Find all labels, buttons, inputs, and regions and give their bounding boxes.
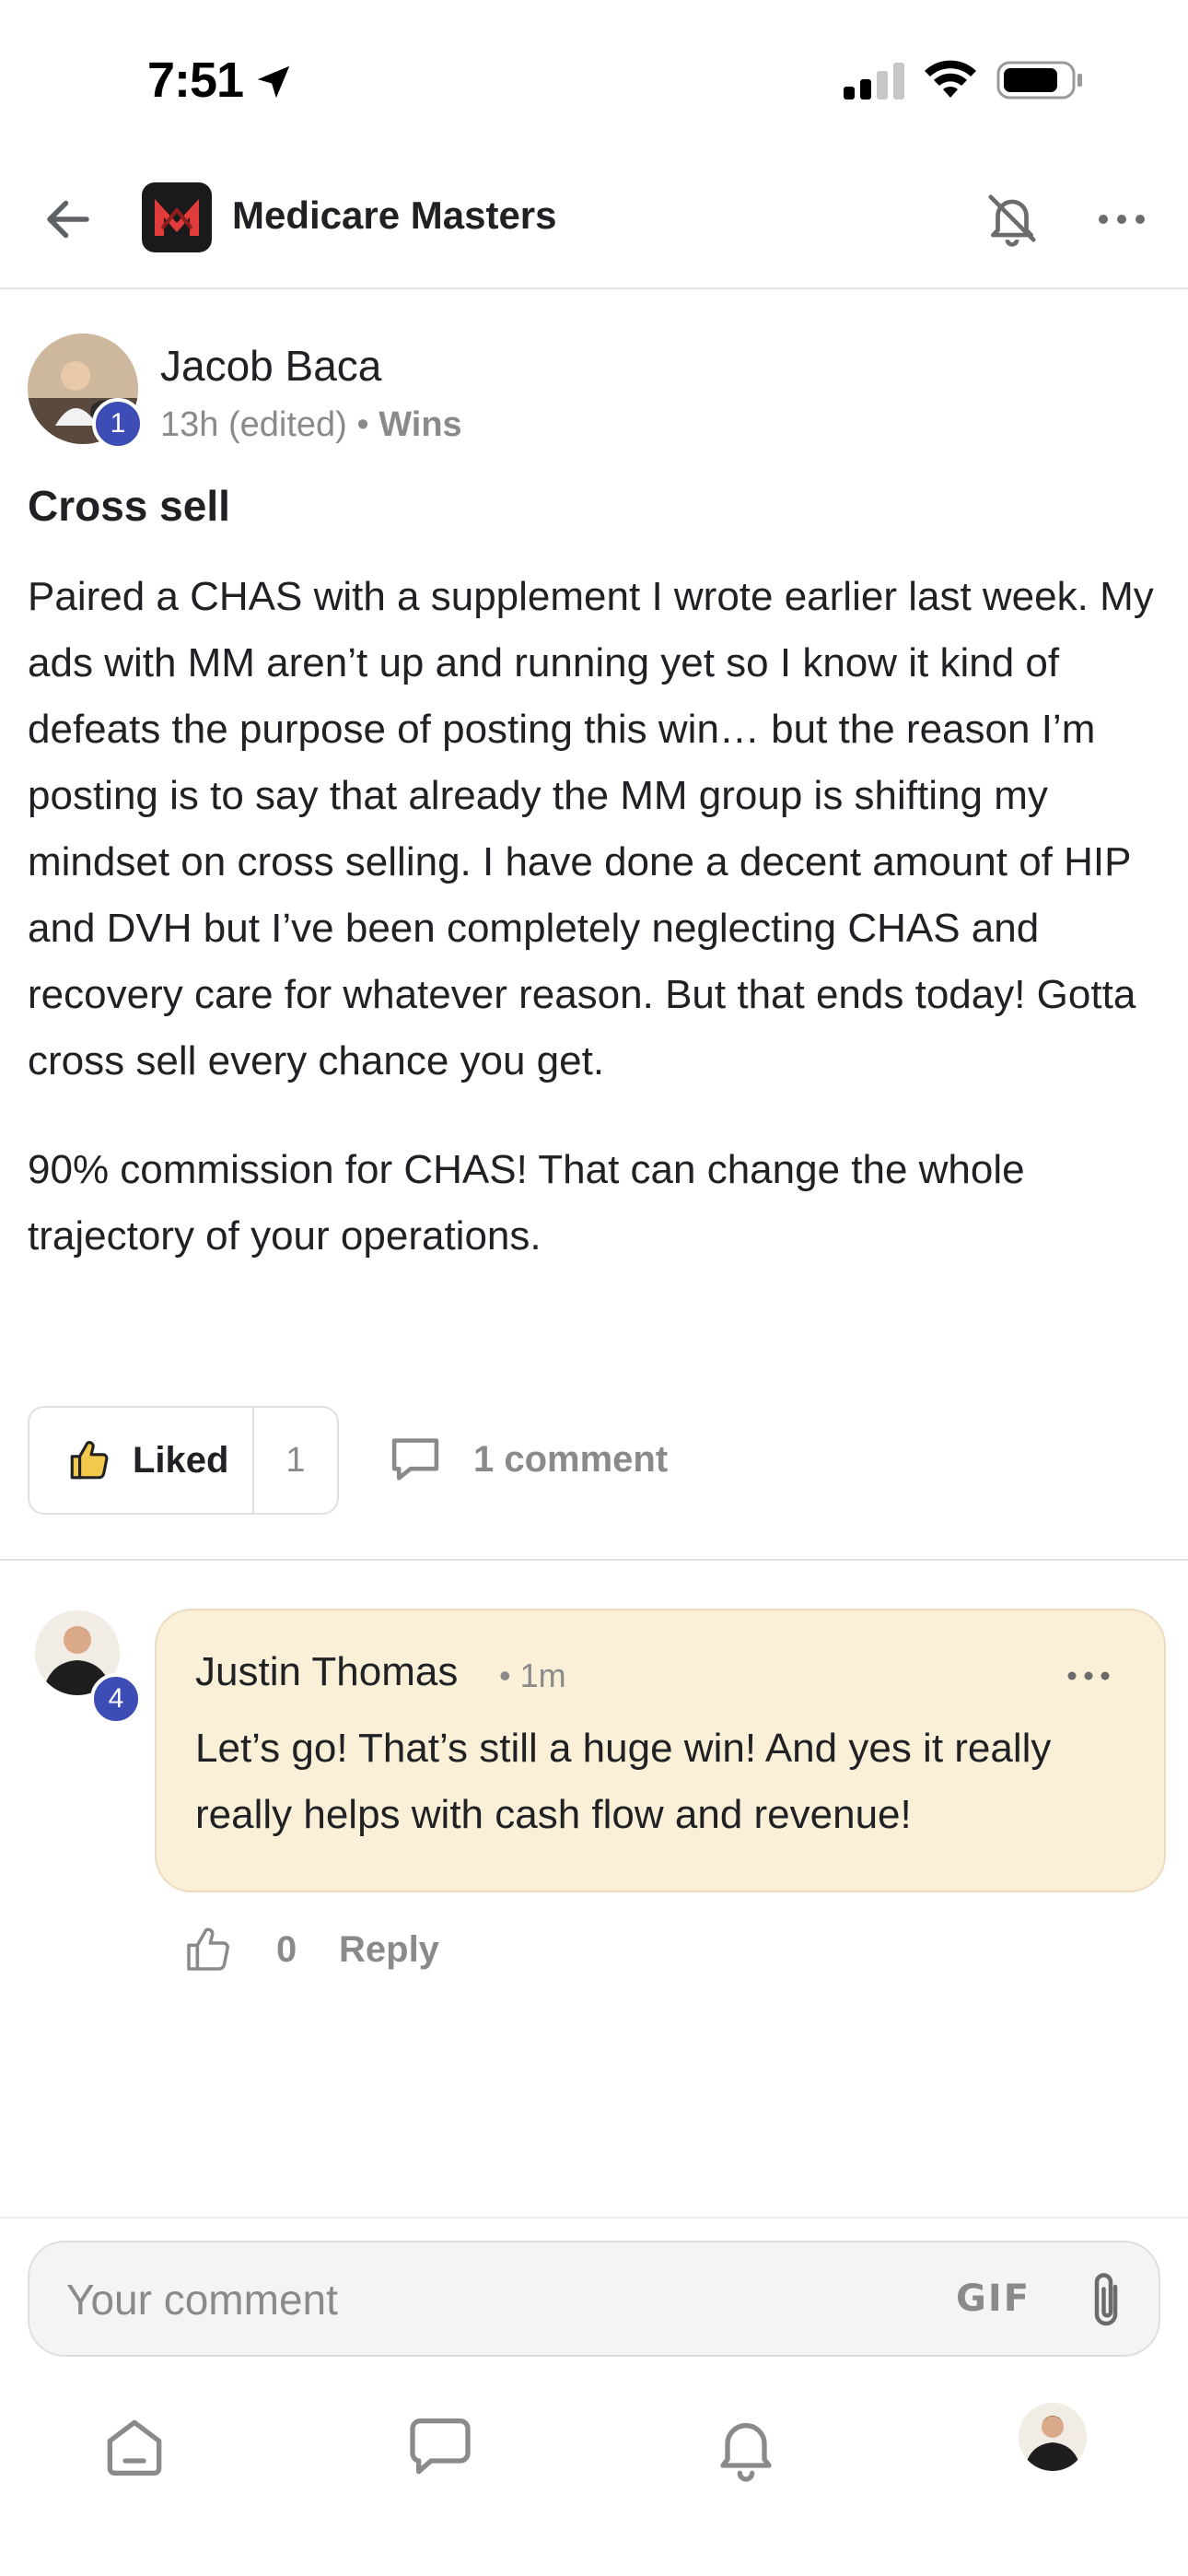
like-label: Liked <box>133 1439 229 1481</box>
group-title[interactable]: Medicare Masters <box>232 193 557 238</box>
post-category[interactable]: Wins <box>379 405 461 444</box>
thumbs-up-icon <box>70 1441 109 1480</box>
profile-avatar[interactable] <box>1019 2403 1087 2471</box>
comment-more-icon[interactable] <box>1065 1662 1112 1690</box>
comment-bubble: Justin Thomas • 1m Let’s go! That’s stil… <box>155 1609 1166 1892</box>
home-icon[interactable] <box>98 2410 171 2484</box>
comment-thumbs-up-icon[interactable] <box>182 1924 234 1975</box>
post-meta: 13h (edited) • Wins <box>160 405 462 445</box>
author-level-badge: 1 <box>92 398 144 450</box>
comment-text: Let’s go! That’s still a huge win! And y… <box>195 1726 1052 1837</box>
comment-time-separator: • <box>499 1657 511 1694</box>
post-paragraph: 90% commission for CHAS! That can change… <box>28 1147 1025 1259</box>
status-time: 7:51 <box>147 53 244 108</box>
comment-author-name[interactable]: Justin Thomas <box>195 1649 458 1695</box>
top-nav-bar: Medicare Masters <box>0 157 1188 289</box>
post-time: 13h (edited) <box>160 405 347 444</box>
paperclip-icon[interactable] <box>1083 2268 1129 2333</box>
post-paragraph: Paired a CHAS with a supplement I wrote … <box>28 574 1154 1083</box>
reply-button[interactable]: Reply <box>339 1929 439 1971</box>
section-divider <box>0 1559 1188 1561</box>
profile-photo <box>1019 2403 1087 2471</box>
commenter-level-badge: 4 <box>90 1673 142 1725</box>
gif-button[interactable]: GIF <box>956 2277 1031 2320</box>
group-logo[interactable] <box>142 182 212 252</box>
battery-icon <box>996 61 1082 100</box>
comment-like-count: 0 <box>276 1929 297 1970</box>
composer-divider <box>0 2217 1188 2219</box>
location-arrow-icon <box>257 65 290 99</box>
notifications-icon[interactable] <box>709 2410 783 2484</box>
like-button-group: Liked 1 <box>28 1406 339 1515</box>
post-body: Paired a CHAS with a supplement I wrote … <box>28 564 1170 1312</box>
group-logo-mark <box>155 199 199 236</box>
status-bar: 7:51 <box>0 0 1188 157</box>
bottom-tab-bar <box>0 2386 1188 2506</box>
wifi-icon <box>925 60 976 98</box>
meta-separator: • <box>356 405 369 444</box>
bell-off-icon[interactable] <box>984 190 1041 247</box>
more-horizontal-icon[interactable] <box>1096 201 1147 238</box>
like-button[interactable]: Liked <box>29 1408 254 1513</box>
cellular-signal-icon <box>844 63 904 100</box>
post-title: Cross sell <box>28 482 230 530</box>
comment-input[interactable] <box>66 2265 895 2335</box>
comment-count[interactable]: 1 comment <box>473 1439 668 1481</box>
comment-time: • 1m <box>499 1657 566 1695</box>
post-author-name[interactable]: Jacob Baca <box>160 341 381 391</box>
comment-icon[interactable] <box>387 1434 444 1485</box>
back-arrow-icon[interactable] <box>41 192 96 247</box>
comment-time-value: 1m <box>519 1657 566 1694</box>
like-count[interactable]: 1 <box>254 1441 337 1481</box>
chat-icon[interactable] <box>403 2410 477 2484</box>
comment-composer: GIF <box>28 2241 1160 2357</box>
